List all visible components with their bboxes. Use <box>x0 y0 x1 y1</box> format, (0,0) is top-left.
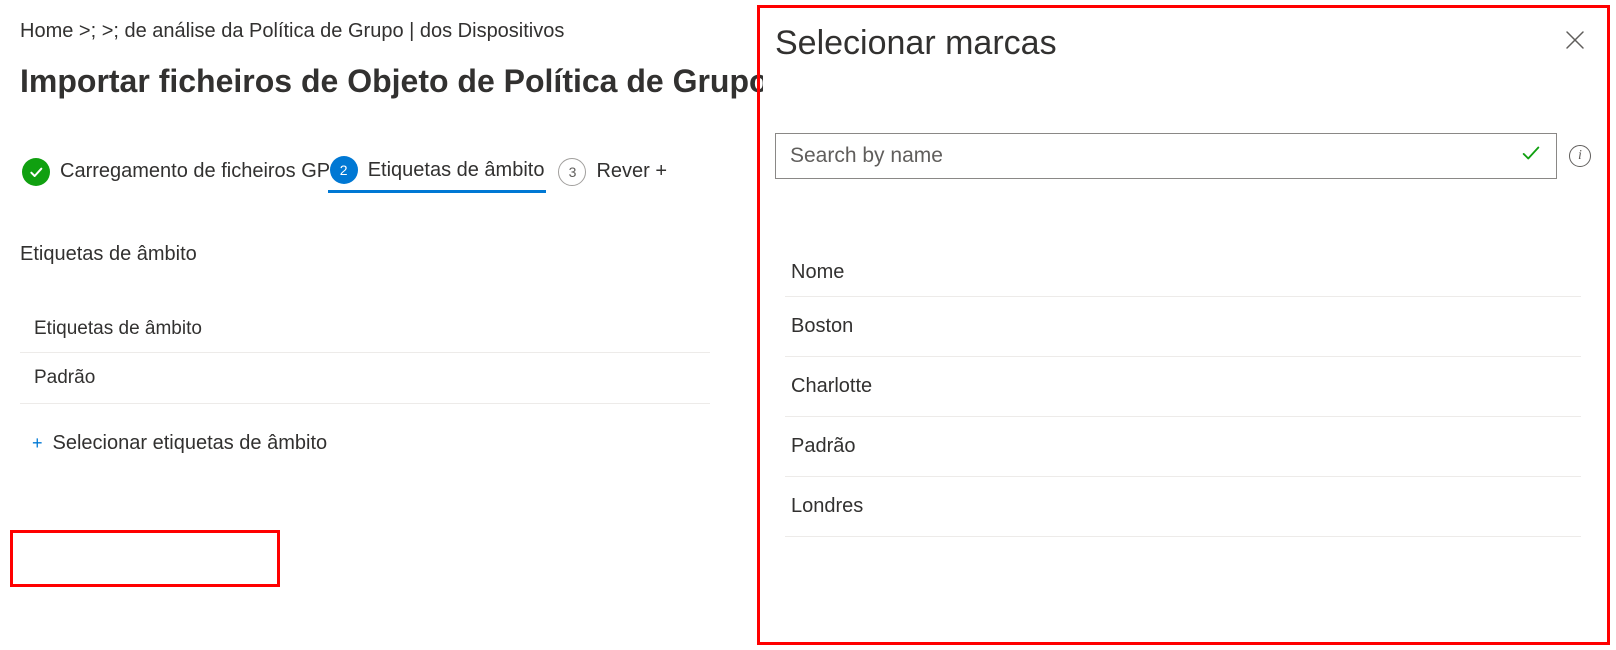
step-number-icon: 2 <box>330 156 358 184</box>
page-title: Importar ficheiros de Objeto de Política… <box>20 63 710 100</box>
list-item[interactable]: Londres <box>785 477 1581 537</box>
close-button[interactable] <box>1559 24 1591 61</box>
step-gpo-upload[interactable]: Carregamento de ficheiros GPO <box>20 152 348 192</box>
step-label: Etiquetas de âmbito <box>368 159 545 182</box>
step-scope-tags[interactable]: 2 Etiquetas de âmbito <box>328 150 547 193</box>
select-scope-tags-label: Selecionar etiquetas de âmbito <box>53 432 328 455</box>
select-scope-tags-link[interactable]: + Selecionar etiquetas de âmbito <box>20 424 339 463</box>
list-item[interactable]: Boston <box>785 297 1581 357</box>
checkmark-icon <box>1520 142 1542 170</box>
check-circle-icon <box>22 158 50 186</box>
search-placeholder: Search by name <box>790 144 1520 168</box>
list-item[interactable]: Charlotte <box>785 357 1581 417</box>
select-tags-panel: Selecionar marcas Search by name i Nome … <box>763 10 1603 640</box>
highlight-box-left <box>10 530 280 587</box>
table-header: Etiquetas de âmbito <box>20 306 710 353</box>
info-icon[interactable]: i <box>1569 145 1591 167</box>
search-input[interactable]: Search by name <box>775 133 1557 179</box>
breadcrumb[interactable]: Home >; >; de análise da Política de Gru… <box>20 20 710 43</box>
list-item[interactable]: Padrão <box>785 417 1581 477</box>
close-icon <box>1563 39 1587 56</box>
stepper: Carregamento de ficheiros GPO 2 Etiqueta… <box>20 150 710 193</box>
step-review[interactable]: 3 Rever + <box>556 152 669 192</box>
panel-title: Selecionar marcas <box>775 24 1057 63</box>
step-label: Rever + <box>596 160 667 183</box>
step-number-icon: 3 <box>558 158 586 186</box>
plus-icon: + <box>32 433 43 454</box>
section-heading: Etiquetas de âmbito <box>20 243 710 266</box>
tags-list: Nome Boston Charlotte Padrão Londres <box>775 249 1591 537</box>
table-row[interactable]: Padrão <box>20 353 710 404</box>
step-label: Carregamento de ficheiros GPO <box>60 160 346 183</box>
list-header-name[interactable]: Nome <box>785 249 1581 297</box>
